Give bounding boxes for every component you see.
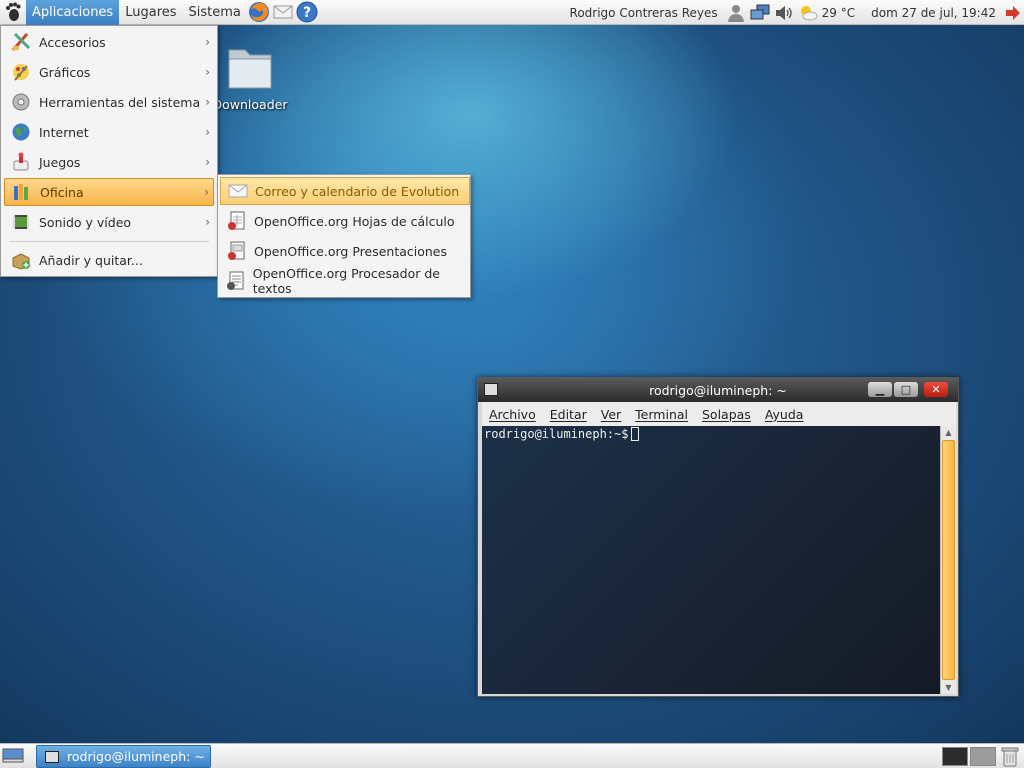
submenu-arrow-icon: › (205, 215, 210, 229)
menu-item-label: Internet (39, 124, 89, 140)
menu-item-label: Herramientas del sistema (39, 94, 201, 110)
terminal-menu-archivo[interactable]: Archivo (482, 407, 543, 422)
evolution-mail-icon (227, 180, 249, 202)
user-name[interactable]: Rodrigo Contreras Reyes (564, 6, 724, 20)
terminal-scrollbar[interactable]: ▲ ▼ (940, 426, 956, 694)
menu-item-label: Accesorios (39, 34, 106, 50)
folder-icon (228, 49, 272, 89)
firefox-launcher-icon[interactable] (247, 0, 271, 24)
taskbar-terminal-button[interactable]: rodrigo@ilumineph: ~ (36, 745, 211, 768)
help-launcher-icon[interactable]: ? (295, 0, 319, 24)
accessories-icon (10, 31, 32, 53)
submenu-item-impress[interactable]: OpenOffice.org Presentaciones (220, 237, 470, 265)
terminal-prompt: rodrigo@ilumineph:~$ (484, 427, 629, 441)
workspace-1[interactable] (942, 747, 968, 766)
terminal-menu-solapas[interactable]: Solapas (695, 407, 758, 422)
menu-sistema[interactable]: Sistema (183, 0, 247, 25)
menu-item-juegos[interactable]: Juegos › (4, 148, 214, 176)
scroll-thumb[interactable] (942, 440, 955, 680)
submenu-arrow-icon: › (205, 125, 210, 139)
submenu-arrow-icon: › (205, 65, 210, 79)
menu-item-sonido-video[interactable]: Sonido y vídeo › (4, 208, 214, 236)
menu-item-anadir-quitar[interactable]: Añadir y quitar... (4, 246, 214, 274)
scroll-up-arrow-icon[interactable]: ▲ (941, 426, 956, 439)
menu-item-label: Gráficos (39, 64, 91, 80)
desktop-folder-downloader[interactable]: Downloader (210, 44, 290, 112)
submenu-item-calc[interactable]: OpenOffice.org Hojas de cálculo (220, 207, 470, 235)
close-button[interactable]: ✕ (924, 382, 948, 397)
graphics-icon (10, 61, 32, 83)
shutdown-icon[interactable] (1002, 1, 1024, 25)
menu-item-herramientas[interactable]: Herramientas del sistema › (4, 88, 214, 116)
terminal-menubar: Archivo Editar Ver Terminal Solapas Ayud… (482, 402, 956, 426)
internet-globe-icon (10, 121, 32, 143)
submenu-arrow-icon: › (205, 155, 210, 169)
menu-item-label: Oficina (40, 184, 84, 200)
network-icon[interactable] (748, 1, 772, 25)
menu-item-label: Añadir y quitar... (39, 252, 143, 268)
user-switch-icon[interactable] (724, 1, 748, 25)
submenu-arrow-icon: › (205, 35, 210, 49)
system-tools-icon (10, 91, 32, 113)
terminal-menu-terminal[interactable]: Terminal (628, 407, 695, 422)
weather-icon[interactable] (796, 1, 820, 25)
maximize-button[interactable]: □ (894, 382, 918, 397)
office-icon (11, 181, 33, 203)
menu-item-internet[interactable]: Internet › (4, 118, 214, 146)
menu-aplicaciones[interactable]: Aplicaciones (26, 0, 120, 25)
bottom-panel: rodrigo@ilumineph: ~ (0, 743, 1024, 768)
desktop-folder-label: Downloader (212, 97, 288, 112)
taskbar-terminal-label: rodrigo@ilumineph: ~ (67, 749, 205, 764)
mail-launcher-icon[interactable] (271, 0, 295, 24)
terminal-cursor (630, 427, 639, 441)
submenu-item-label: OpenOffice.org Presentaciones (254, 243, 447, 259)
submenu-arrow-icon: › (205, 95, 210, 109)
office-submenu: Correo y calendario de Evolution OpenOff… (217, 174, 471, 298)
menu-item-label: Sonido y vídeo (39, 214, 132, 230)
menu-item-graficos[interactable]: Gráficos › (4, 58, 214, 86)
menu-item-oficina[interactable]: Oficina › (4, 178, 214, 206)
terminal-menu-ver[interactable]: Ver (594, 407, 628, 422)
menu-item-accesorios[interactable]: Accesorios › (4, 28, 214, 56)
terminal-window[interactable]: rodrigo@ilumineph: ~ ▁ □ ✕ Archivo Edita… (477, 377, 959, 697)
applications-menu: Accesorios › Gráficos › Herramientas del… (0, 25, 218, 277)
workspace-2[interactable] (970, 747, 996, 766)
submenu-item-label: OpenOffice.org Hojas de cálculo (254, 213, 455, 229)
show-desktop-icon[interactable] (2, 748, 24, 764)
menu-lugares[interactable]: Lugares (119, 0, 182, 25)
menu-item-label: Juegos (39, 154, 81, 170)
multimedia-icon (10, 211, 32, 233)
submenu-item-label: Correo y calendario de Evolution (255, 183, 460, 199)
terminal-title: rodrigo@ilumineph: ~ (649, 382, 787, 398)
clock[interactable]: dom 27 de jul, 19:42 (865, 6, 1002, 20)
terminal-titlebar[interactable]: rodrigo@ilumineph: ~ ▁ □ ✕ (478, 378, 958, 402)
volume-icon[interactable] (772, 1, 796, 25)
svg-text:?: ? (303, 5, 311, 21)
weather-temperature[interactable]: 29 °C (820, 6, 865, 20)
terminal-window-icon[interactable] (484, 383, 498, 396)
games-icon (10, 151, 32, 173)
terminal-output[interactable]: rodrigo@ilumineph:~$ (482, 426, 940, 694)
spreadsheet-icon (226, 210, 248, 232)
top-panel: Aplicaciones Lugares Sistema ? Rodrigo C… (0, 0, 1024, 25)
submenu-item-label: OpenOffice.org Procesador de textos (252, 266, 440, 296)
trash-icon[interactable] (1000, 746, 1020, 767)
add-remove-package-icon (10, 249, 32, 271)
minimize-button[interactable]: ▁ (868, 382, 892, 397)
word-processor-icon (226, 270, 247, 292)
terminal-menu-ayuda[interactable]: Ayuda (758, 407, 811, 422)
gnome-foot-icon[interactable] (0, 0, 26, 25)
presentation-icon (226, 240, 248, 262)
menu-separator (9, 241, 209, 242)
scroll-down-arrow-icon[interactable]: ▼ (941, 681, 956, 694)
terminal-task-icon (45, 750, 59, 763)
submenu-item-writer[interactable]: OpenOffice.org Procesador de textos (220, 266, 470, 296)
terminal-menu-editar[interactable]: Editar (543, 407, 594, 422)
submenu-item-evolution[interactable]: Correo y calendario de Evolution (220, 177, 470, 205)
submenu-arrow-icon: › (204, 185, 209, 199)
